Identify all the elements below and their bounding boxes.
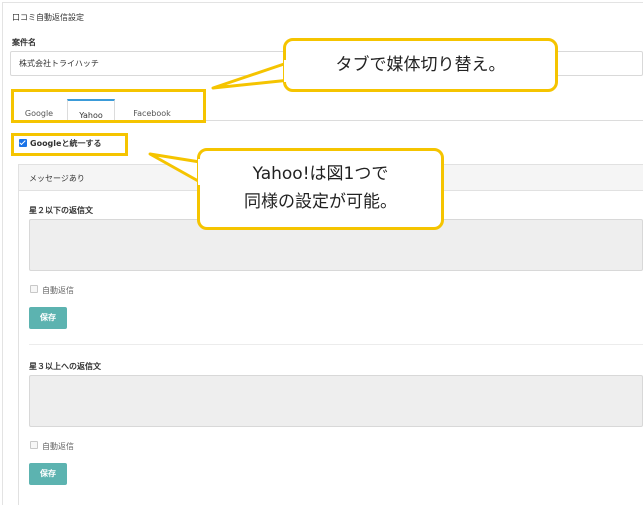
yahoo-callout: Yahoo!は図1つで 同様の設定が可能。 (197, 148, 444, 230)
tabs-callout-text: タブで媒体切り替え。 (335, 55, 506, 75)
tail-join-mask-1 (284, 60, 293, 82)
auto-reply-settings-page: 口コミ自動返信設定 案件名 株式会社トライハッチ Google Yahoo Fa… (0, 0, 643, 505)
tabs-callout-tail (211, 60, 292, 90)
tail-join-mask-2 (198, 159, 204, 185)
yahoo-callout-tail (148, 152, 202, 184)
yahoo-callout-line2: 同様の設定が可能。 (244, 192, 397, 212)
tabs-callout: タブで媒体切り替え。 (283, 38, 558, 92)
yahoo-callout-line1: Yahoo!は図1つで (252, 164, 389, 184)
